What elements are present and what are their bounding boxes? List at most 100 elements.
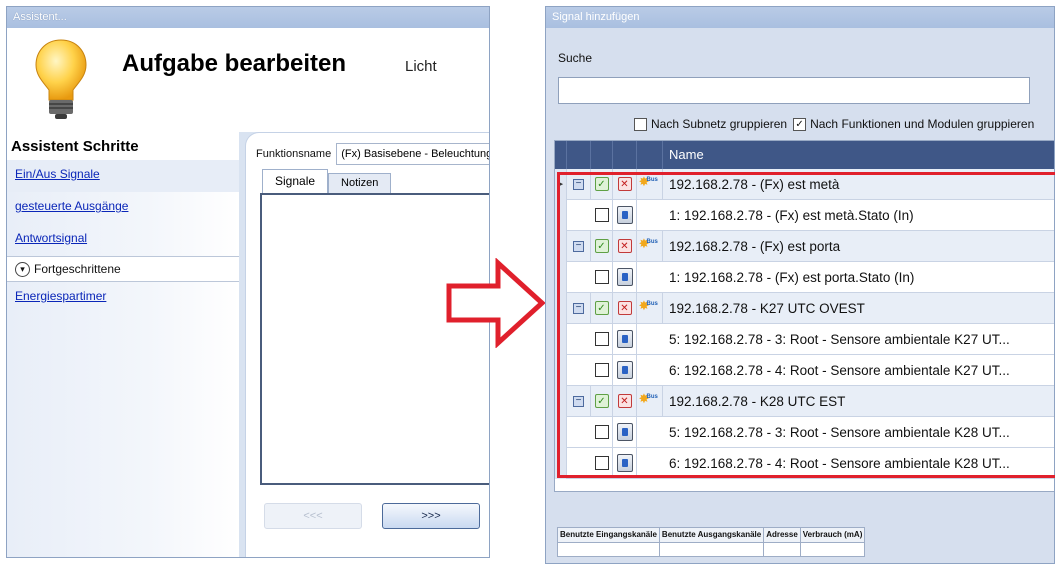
bus-cell: ✸ Bus [637, 230, 663, 262]
row-selector[interactable] [555, 447, 567, 479]
assistant-titlebar: Assistent... [7, 7, 489, 28]
deselect-all-cell[interactable]: ✕ [613, 385, 637, 417]
collapse-icon[interactable]: − [573, 302, 584, 314]
function-name-input[interactable]: (Fx) Basisebene - Beleuchtung [336, 143, 489, 165]
select-all-cell[interactable]: ✓ [591, 385, 613, 417]
signal-checkbox[interactable] [594, 270, 609, 284]
signal-checkbox[interactable] [594, 363, 609, 377]
checkbox-cell[interactable] [591, 447, 613, 479]
checkbox-cell[interactable] [591, 261, 613, 293]
bus-logo-icon: ✸ Bus [638, 298, 658, 313]
signal-row[interactable]: 6: 192.168.2.78 - 4: Root - Sensore ambi… [555, 354, 1054, 386]
bus-logo-icon: ✸ Bus [638, 174, 658, 189]
device-icon [616, 268, 633, 286]
select-all-icon[interactable]: ✓ [594, 394, 609, 408]
bus-logo-icon: ✸ Bus [638, 236, 658, 251]
tab-notes[interactable]: Notizen [328, 173, 392, 193]
deselect-all-cell[interactable]: ✕ [613, 292, 637, 324]
device-icon-cell [613, 261, 637, 293]
select-all-cell[interactable]: ✓ [591, 168, 613, 200]
row-selector[interactable]: ▶ [555, 168, 567, 200]
deselect-all-cell[interactable]: ✕ [613, 168, 637, 200]
checkbox-cell[interactable] [591, 323, 613, 355]
header-name[interactable]: Name [663, 141, 710, 169]
signal-row[interactable]: 5: 192.168.2.78 - 3: Root - Sensore ambi… [555, 323, 1054, 355]
deselect-all-cell[interactable]: ✕ [613, 230, 637, 262]
grid-body: ▶ − ✓ ✕ ✸ Bus 192.168.2.78 - (Fx) est metà 1: 1… [555, 168, 1054, 479]
deselect-all-icon[interactable]: ✕ [617, 177, 632, 191]
device-icon [616, 423, 633, 441]
signal-name: 5: 192.168.2.78 - 3: Root - Sensore ambi… [669, 331, 1010, 347]
group-row[interactable]: − ✓ ✕ ✸ Bus 192.168.2.78 - K27 UTC OVEST [555, 292, 1054, 324]
search-input[interactable] [558, 77, 1030, 104]
group-row[interactable]: − ✓ ✕ ✸ Bus 192.168.2.78 - K28 UTC EST [555, 385, 1054, 417]
content-tabs: Signale Notizen [262, 169, 392, 193]
signal-checkbox[interactable] [594, 332, 609, 346]
collapse-icon[interactable]: − [573, 240, 584, 252]
row-selector[interactable] [555, 323, 567, 355]
select-all-cell[interactable]: ✓ [591, 230, 613, 262]
step-link-energy-timer[interactable]: Energiespartimer [7, 282, 239, 314]
deselect-all-icon[interactable]: ✕ [617, 394, 632, 408]
function-name-row: Funktionsname (Fx) Basisebene - Beleucht… [256, 143, 489, 165]
select-all-icon[interactable]: ✓ [594, 301, 609, 315]
add-signal-window: Signal hinzufügen Suche Nach Subnetz gru… [545, 6, 1055, 564]
select-all-icon[interactable]: ✓ [594, 239, 609, 253]
expand-cell[interactable]: − [567, 168, 591, 200]
signal-name: 1: 192.168.2.78 - (Fx) est metà.Stato (I… [669, 207, 914, 223]
group-by-function-checkbox[interactable]: ✓ [793, 117, 807, 131]
row-selector[interactable] [555, 199, 567, 231]
previous-button[interactable]: <<< [264, 503, 362, 529]
expand-cell[interactable]: − [567, 230, 591, 262]
collapse-icon[interactable]: − [573, 395, 584, 407]
next-button[interactable]: >>> [382, 503, 480, 529]
step-link-controlled-outputs[interactable]: gesteuerte Ausgänge [7, 192, 239, 224]
tab-signals[interactable]: Signale [262, 169, 329, 193]
stat-input-channels: Benutzte Eingangskanäle [557, 527, 659, 557]
signal-checkbox[interactable] [594, 425, 609, 439]
signal-checkbox[interactable] [594, 456, 609, 470]
checkbox-cell[interactable] [591, 416, 613, 448]
device-icon [616, 454, 633, 472]
signal-row[interactable]: 1: 192.168.2.78 - (Fx) est porta.Stato (… [555, 261, 1054, 293]
checkbox-cell[interactable] [591, 354, 613, 386]
assistant-steps-panel: Assistent Schritte Ein/Aus Signale geste… [7, 132, 239, 557]
row-selector[interactable] [555, 385, 567, 417]
stat-output-channels: Benutzte Ausgangskanäle [658, 527, 764, 557]
select-all-icon[interactable]: ✓ [594, 177, 609, 191]
header-col-check [591, 141, 613, 169]
deselect-all-icon[interactable]: ✕ [617, 301, 632, 315]
bus-logo-icon: ✸ Bus [638, 391, 658, 406]
row-selector[interactable] [555, 416, 567, 448]
checkbox-cell[interactable] [591, 199, 613, 231]
expand-cell[interactable]: − [567, 292, 591, 324]
advanced-section-toggle[interactable]: ▾ Fortgeschrittene [7, 256, 239, 282]
row-selector[interactable] [555, 292, 567, 324]
step-link-response-signal[interactable]: Antwortsignal [7, 224, 239, 256]
device-icon [616, 330, 633, 348]
signal-row[interactable]: 6: 192.168.2.78 - 4: Root - Sensore ambi… [555, 447, 1054, 479]
step-link-on-off-signals[interactable]: Ein/Aus Signale [7, 160, 239, 192]
group-row[interactable]: − ✓ ✕ ✸ Bus 192.168.2.78 - (Fx) est porta [555, 230, 1054, 262]
bus-cell: ✸ Bus [637, 292, 663, 324]
group-row[interactable]: ▶ − ✓ ✕ ✸ Bus 192.168.2.78 - (Fx) est metà [555, 168, 1054, 200]
row-selector[interactable] [555, 261, 567, 293]
row-selector[interactable] [555, 230, 567, 262]
page-subtitle: Licht [405, 58, 437, 75]
row-selector[interactable] [555, 354, 567, 386]
expand-cell[interactable]: − [567, 385, 591, 417]
signal-row[interactable]: 5: 192.168.2.78 - 3: Root - Sensore ambi… [555, 416, 1054, 448]
collapse-icon[interactable]: − [573, 178, 584, 190]
header-col-icon [613, 141, 637, 169]
select-all-cell[interactable]: ✓ [591, 292, 613, 324]
signal-checkbox[interactable] [594, 208, 609, 222]
deselect-all-icon[interactable]: ✕ [617, 239, 632, 253]
device-icon-cell [613, 199, 637, 231]
signal-row[interactable]: 1: 192.168.2.78 - (Fx) est metà.Stato (I… [555, 199, 1054, 231]
empty-cell [567, 417, 591, 448]
group-by-subnet-checkbox[interactable] [634, 117, 647, 131]
right-arrow-icon [446, 258, 546, 348]
stat-address: Adresse [763, 527, 800, 557]
grid-header: Name [555, 141, 1054, 169]
assistant-window: Assistent... Aufgabe bearbeiten Licht As… [6, 6, 490, 558]
